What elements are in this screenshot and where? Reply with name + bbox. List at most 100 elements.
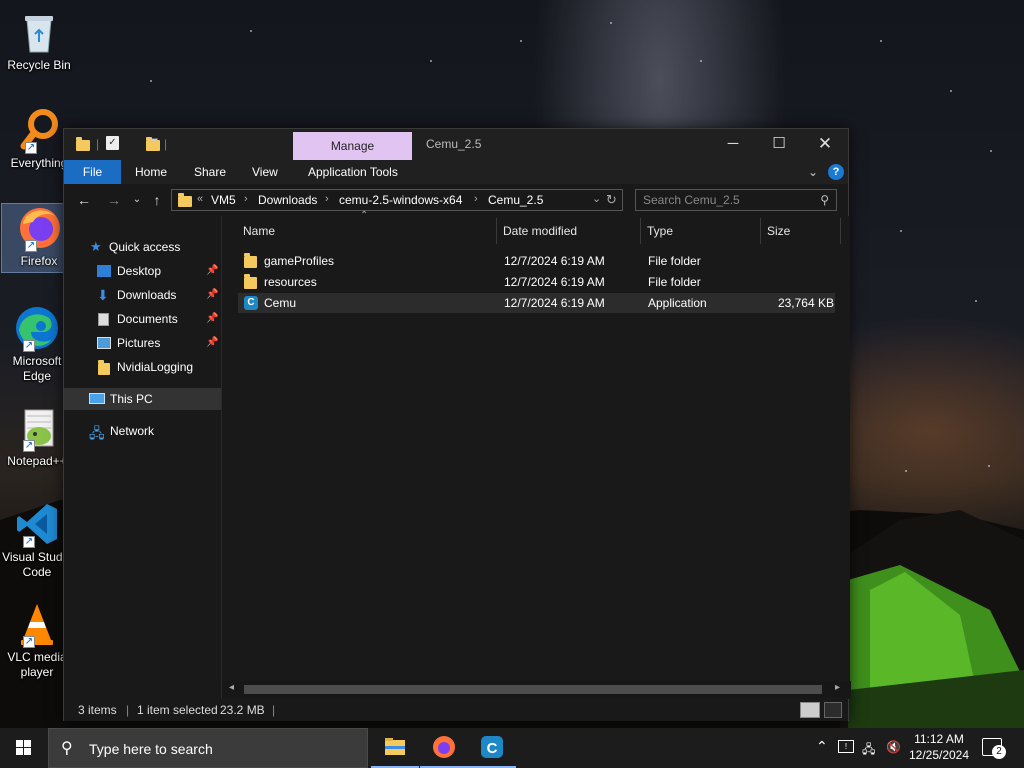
close-button[interactable]: ✕ bbox=[802, 129, 848, 160]
desktop-icon-edge[interactable]: ↗ Microsoft Edge bbox=[2, 304, 72, 384]
clock-time: 11:12 AM bbox=[914, 732, 964, 746]
desktop-icon-label: Microsoft Edge bbox=[12, 354, 62, 383]
file-row-resources[interactable]: resources 12/7/2024 6:19 AM File folder bbox=[238, 272, 835, 292]
maximize-button[interactable]: ☐ bbox=[756, 129, 802, 160]
nav-nvidialogging[interactable]: NvidiaLogging bbox=[64, 356, 221, 378]
qat-separator: | bbox=[96, 137, 100, 151]
chevron-right-icon[interactable]: › bbox=[244, 193, 248, 205]
column-type[interactable]: Type bbox=[641, 218, 761, 244]
system-clock[interactable]: 11:12 AM 12/25/2024 bbox=[908, 731, 970, 763]
clock-date: 12/25/2024 bbox=[908, 748, 970, 762]
folder-icon bbox=[244, 274, 257, 289]
address-bar[interactable]: « VM5 › Downloads › cemu-2.5-windows-x64… bbox=[171, 189, 623, 211]
chevron-down-icon[interactable]: ⌄ bbox=[592, 192, 601, 205]
file-type: Application bbox=[648, 296, 707, 310]
pictures-icon bbox=[97, 337, 111, 349]
pin-icon: 📌 bbox=[206, 289, 219, 300]
search-input[interactable] bbox=[636, 190, 806, 210]
notification-count-badge: 2 bbox=[992, 745, 1006, 759]
recent-locations-icon[interactable]: ⌄ bbox=[127, 190, 147, 210]
nav-quick-access[interactable]: ★ Quick access bbox=[64, 236, 221, 258]
file-row-cemu[interactable]: C Cemu 12/7/2024 6:19 AM Application 23,… bbox=[238, 293, 835, 313]
minimize-button[interactable]: ─ bbox=[710, 129, 756, 160]
start-button[interactable] bbox=[0, 728, 48, 768]
nav-pictures[interactable]: Pictures 📌 bbox=[64, 332, 221, 354]
shortcut-arrow-icon: ↗ bbox=[25, 142, 37, 154]
file-row-gameprofiles[interactable]: gameProfiles 12/7/2024 6:19 AM File fold… bbox=[238, 251, 835, 271]
taskbar-cemu[interactable]: C bbox=[468, 728, 516, 768]
document-icon bbox=[98, 313, 109, 326]
scroll-right-icon[interactable]: ▸ bbox=[835, 682, 840, 693]
file-name: resources bbox=[264, 275, 317, 289]
shortcut-arrow-icon: ↗ bbox=[23, 340, 35, 352]
tab-file[interactable]: File bbox=[64, 160, 121, 184]
column-name[interactable]: Name bbox=[237, 218, 497, 244]
nav-desktop[interactable]: Desktop 📌 bbox=[64, 260, 221, 282]
scroll-left-icon[interactable]: ◂ bbox=[229, 682, 234, 693]
taskbar-firefox[interactable] bbox=[420, 728, 468, 768]
search-icon[interactable]: ⚲ bbox=[820, 193, 829, 207]
everything-search-icon: ↗ bbox=[15, 106, 63, 154]
desktop-icon-notepadpp[interactable]: ↗ Notepad++ bbox=[2, 404, 72, 469]
breadcrumb-vm5[interactable]: VM5 bbox=[211, 193, 236, 207]
back-button[interactable]: ← bbox=[74, 190, 94, 210]
nav-label: Quick access bbox=[109, 240, 181, 254]
nav-label: Documents bbox=[117, 312, 178, 326]
window-title: Cemu_2.5 bbox=[426, 137, 482, 151]
search-box[interactable]: ⚲ bbox=[635, 189, 837, 211]
network-status-icon[interactable]: 🖧 bbox=[862, 740, 875, 761]
forward-button[interactable]: → bbox=[104, 190, 124, 210]
taskbar-file-explorer[interactable] bbox=[371, 728, 419, 768]
refresh-icon[interactable]: ↻ bbox=[606, 192, 617, 208]
column-date-modified[interactable]: Date modified bbox=[497, 218, 641, 244]
tab-application-tools[interactable]: Application Tools bbox=[308, 160, 398, 184]
details-view-icon[interactable] bbox=[800, 702, 820, 718]
device-security-icon[interactable]: ! bbox=[838, 740, 854, 753]
desktop-icon-label: Notepad++ bbox=[7, 454, 67, 468]
tab-home[interactable]: Home bbox=[135, 160, 167, 184]
download-arrow-icon: ⬇ bbox=[97, 287, 109, 303]
nav-label: This PC bbox=[110, 392, 153, 406]
file-size: 23,764 KB bbox=[777, 296, 834, 310]
show-hidden-icons-icon[interactable]: ⌃ bbox=[816, 738, 828, 755]
taskbar: ⚲ Type here to search C ⌃ ! 🖧 🔇 11:12 AM… bbox=[0, 728, 1024, 768]
breadcrumb-downloads[interactable]: Downloads bbox=[258, 193, 317, 207]
explorer-window: | ✓ ⏷ | Manage Cemu_2.5 ─ ☐ ✕ File Home … bbox=[63, 128, 851, 721]
notepadpp-icon: ↗ bbox=[13, 404, 61, 452]
vlc-icon: ↗ bbox=[13, 600, 61, 648]
computer-icon bbox=[89, 393, 105, 404]
breadcrumb-cemu-windows[interactable]: cemu-2.5-windows-x64 bbox=[339, 193, 462, 207]
chevron-right-icon: « bbox=[197, 193, 204, 205]
file-name: Cemu bbox=[264, 296, 297, 310]
chevron-right-icon[interactable]: › bbox=[474, 193, 478, 205]
help-icon[interactable]: ? bbox=[828, 164, 844, 180]
column-size[interactable]: Size bbox=[761, 218, 841, 244]
shortcut-arrow-icon: ↗ bbox=[23, 636, 35, 648]
breadcrumb-cemu[interactable]: Cemu_2.5 bbox=[488, 193, 543, 207]
desktop-icon-vscode[interactable]: ↗ Visual Studio Code bbox=[2, 500, 72, 580]
expand-ribbon-icon[interactable]: ⌄ bbox=[808, 160, 818, 184]
ribbon-tabs: File Home Share View Application Tools ⌄… bbox=[64, 160, 848, 184]
desktop-icon-recycle-bin[interactable]: Recycle Bin bbox=[2, 8, 76, 73]
firefox-icon: ↗ bbox=[15, 204, 63, 252]
shortcut-arrow-icon: ↗ bbox=[25, 240, 37, 252]
desktop-icon-vlc[interactable]: ↗ VLC media player bbox=[2, 600, 72, 680]
tab-share[interactable]: Share bbox=[194, 160, 226, 184]
horizontal-scrollbar[interactable]: ◂ ▸ bbox=[222, 681, 851, 698]
customize-qat-icon[interactable]: ⏷ bbox=[150, 135, 159, 148]
volume-muted-icon[interactable]: 🔇 bbox=[886, 740, 901, 754]
nav-documents[interactable]: Documents 📌 bbox=[64, 308, 221, 330]
nav-downloads[interactable]: ⬇ Downloads 📌 bbox=[64, 284, 221, 306]
taskbar-search[interactable]: ⚲ Type here to search bbox=[48, 728, 368, 768]
chevron-right-icon[interactable]: › bbox=[325, 193, 329, 205]
pin-icon: 📌 bbox=[206, 265, 219, 276]
nav-this-pc[interactable]: This PC bbox=[64, 388, 221, 410]
nav-network[interactable]: 🖧 Network bbox=[64, 420, 221, 442]
scrollbar-thumb[interactable] bbox=[244, 685, 822, 694]
properties-icon[interactable]: ✓ bbox=[106, 136, 119, 150]
up-button[interactable]: ↑ bbox=[147, 190, 167, 210]
notification-center-icon[interactable]: 2 bbox=[982, 738, 1006, 759]
tab-view[interactable]: View bbox=[252, 160, 278, 184]
large-icons-view-icon[interactable] bbox=[824, 702, 842, 718]
tab-manage[interactable]: Manage bbox=[293, 132, 412, 160]
